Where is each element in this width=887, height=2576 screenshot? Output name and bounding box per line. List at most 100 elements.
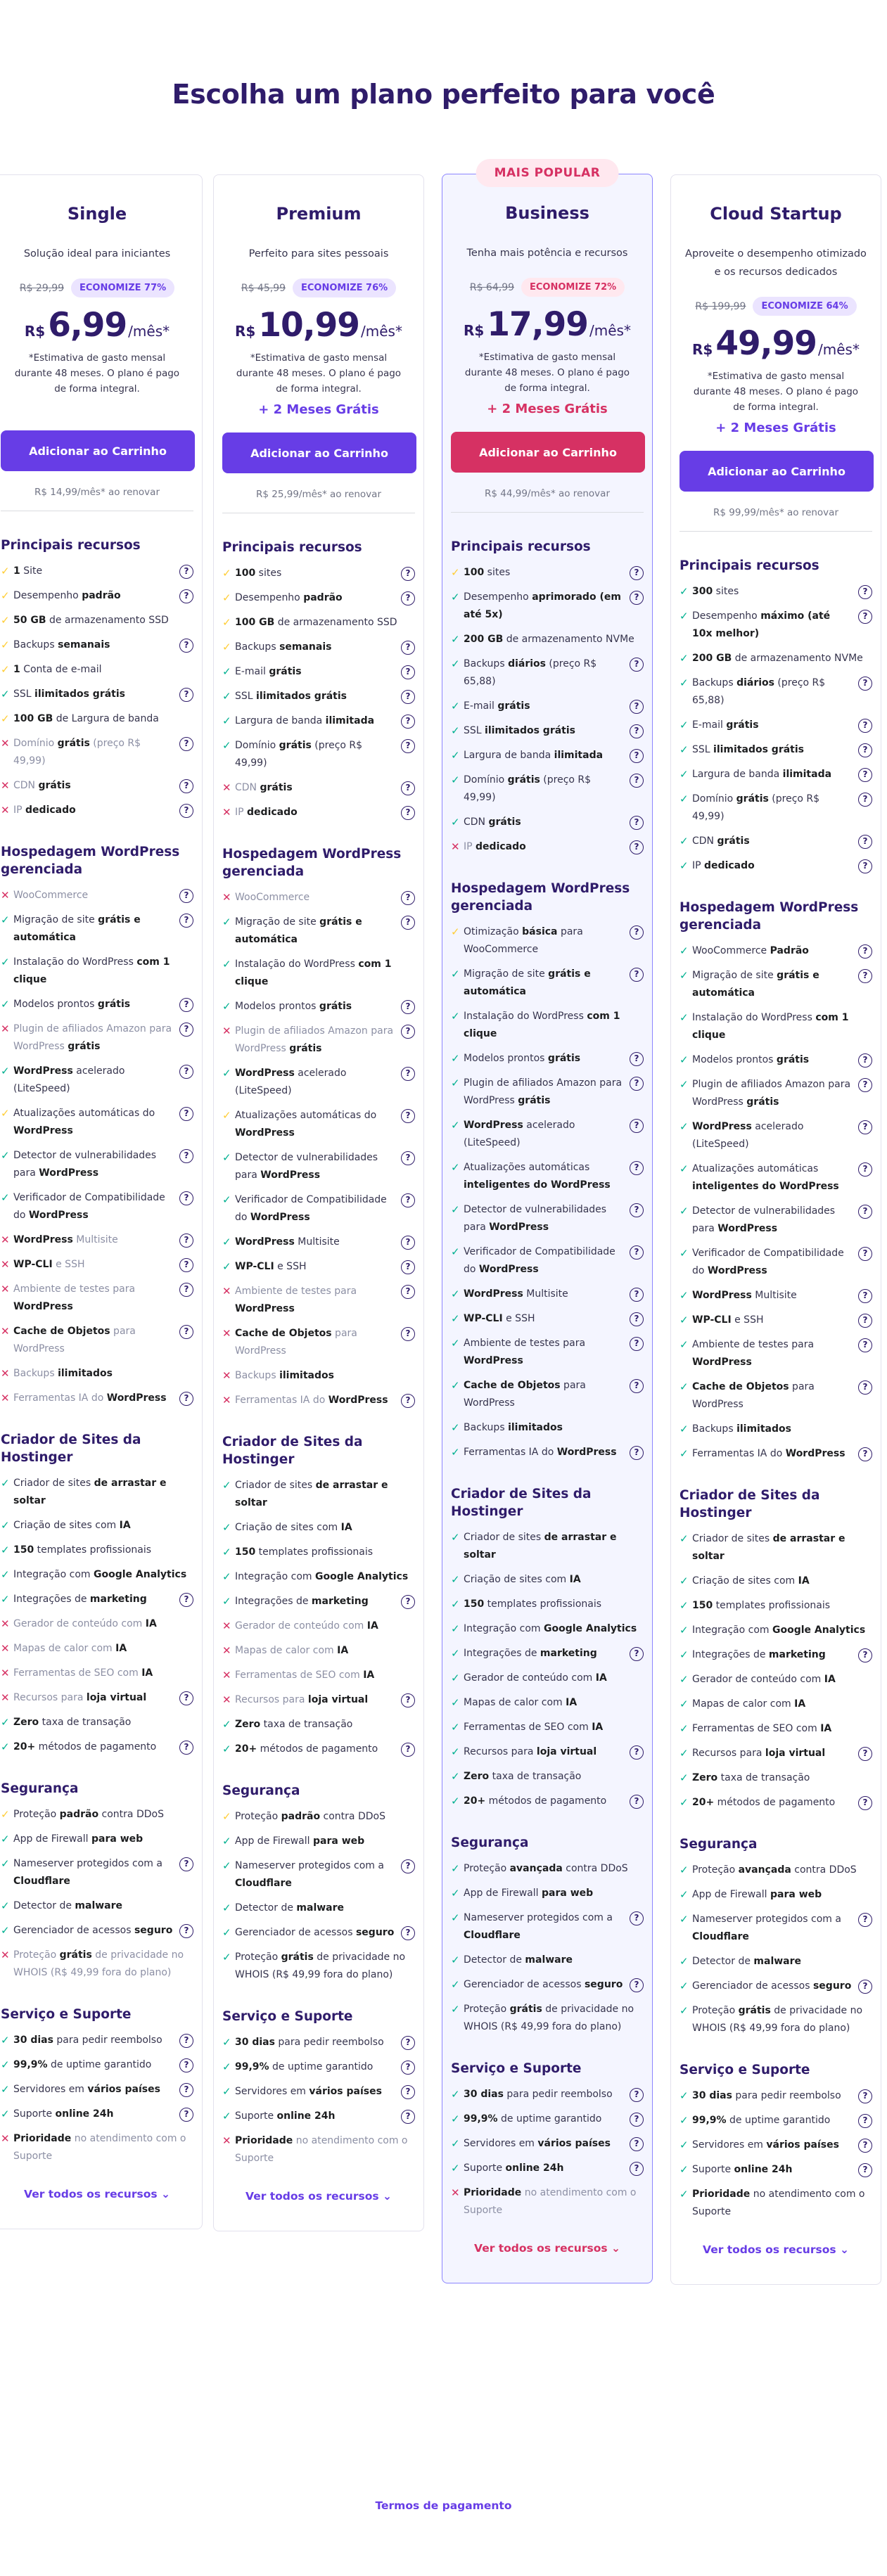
help-icon[interactable]: ? bbox=[630, 1245, 644, 1260]
help-icon[interactable]: ? bbox=[858, 1314, 872, 1328]
help-icon[interactable]: ? bbox=[630, 700, 644, 714]
help-icon[interactable]: ? bbox=[401, 781, 415, 795]
help-icon[interactable]: ? bbox=[858, 2089, 872, 2103]
help-icon[interactable]: ? bbox=[858, 944, 872, 959]
help-icon[interactable]: ? bbox=[179, 1392, 193, 1406]
help-icon[interactable]: ? bbox=[179, 1741, 193, 1755]
help-icon[interactable]: ? bbox=[858, 768, 872, 782]
help-icon[interactable]: ? bbox=[179, 1325, 193, 1339]
help-icon[interactable]: ? bbox=[858, 1980, 872, 1994]
help-icon[interactable]: ? bbox=[179, 1691, 193, 1705]
help-icon[interactable]: ? bbox=[401, 1193, 415, 1207]
see-all-features-link[interactable]: Ver todos os recursos ⌄ bbox=[442, 2242, 652, 2255]
help-icon[interactable]: ? bbox=[630, 1288, 644, 1302]
help-icon[interactable]: ? bbox=[401, 1260, 415, 1274]
help-icon[interactable]: ? bbox=[179, 1283, 193, 1297]
help-icon[interactable]: ? bbox=[179, 1149, 193, 1163]
help-icon[interactable]: ? bbox=[858, 2139, 872, 2153]
help-icon[interactable]: ? bbox=[858, 1380, 872, 1395]
help-icon[interactable]: ? bbox=[401, 1109, 415, 1123]
help-icon[interactable]: ? bbox=[858, 1913, 872, 1927]
help-icon[interactable]: ? bbox=[630, 1337, 644, 1351]
help-icon[interactable]: ? bbox=[630, 1795, 644, 1809]
help-icon[interactable]: ? bbox=[630, 2088, 644, 2102]
help-icon[interactable]: ? bbox=[858, 1747, 872, 1761]
add-to-cart-button[interactable]: Adicionar ao Carrinho bbox=[451, 432, 645, 473]
help-icon[interactable]: ? bbox=[401, 641, 415, 655]
help-icon[interactable]: ? bbox=[858, 1796, 872, 1810]
help-icon[interactable]: ? bbox=[401, 1327, 415, 1341]
help-icon[interactable]: ? bbox=[858, 1120, 872, 1134]
help-icon[interactable]: ? bbox=[401, 567, 415, 581]
help-icon[interactable]: ? bbox=[630, 2137, 644, 2151]
help-icon[interactable]: ? bbox=[401, 891, 415, 905]
help-icon[interactable]: ? bbox=[179, 2058, 193, 2072]
help-icon[interactable]: ? bbox=[401, 916, 415, 930]
help-icon[interactable]: ? bbox=[179, 1065, 193, 1079]
help-icon[interactable]: ? bbox=[630, 968, 644, 982]
help-icon[interactable]: ? bbox=[858, 859, 872, 873]
help-icon[interactable]: ? bbox=[179, 779, 193, 793]
help-icon[interactable]: ? bbox=[179, 1593, 193, 1607]
help-icon[interactable]: ? bbox=[630, 591, 644, 605]
help-icon[interactable]: ? bbox=[858, 1247, 872, 1261]
help-icon[interactable]: ? bbox=[179, 688, 193, 702]
help-icon[interactable]: ? bbox=[630, 1161, 644, 1175]
help-icon[interactable]: ? bbox=[401, 2110, 415, 2124]
help-icon[interactable]: ? bbox=[401, 1595, 415, 1609]
help-icon[interactable]: ? bbox=[858, 1648, 872, 1662]
help-icon[interactable]: ? bbox=[630, 925, 644, 940]
help-icon[interactable]: ? bbox=[401, 2036, 415, 2050]
help-icon[interactable]: ? bbox=[401, 1394, 415, 1408]
help-icon[interactable]: ? bbox=[179, 1857, 193, 1871]
help-icon[interactable]: ? bbox=[179, 737, 193, 751]
help-icon[interactable]: ? bbox=[179, 2108, 193, 2122]
help-icon[interactable]: ? bbox=[179, 589, 193, 603]
help-icon[interactable]: ? bbox=[858, 1447, 872, 1461]
help-icon[interactable]: ? bbox=[401, 715, 415, 729]
help-icon[interactable]: ? bbox=[179, 1107, 193, 1121]
help-icon[interactable]: ? bbox=[179, 2083, 193, 2097]
help-icon[interactable]: ? bbox=[401, 2085, 415, 2099]
help-icon[interactable]: ? bbox=[401, 690, 415, 704]
help-icon[interactable]: ? bbox=[179, 1023, 193, 1037]
help-icon[interactable]: ? bbox=[858, 1053, 872, 1068]
help-icon[interactable]: ? bbox=[179, 889, 193, 903]
see-all-features-link[interactable]: Ver todos os recursos ⌄ bbox=[214, 2190, 423, 2203]
help-icon[interactable]: ? bbox=[179, 1191, 193, 1205]
see-all-features-link[interactable]: Ver todos os recursos ⌄ bbox=[671, 2243, 881, 2256]
help-icon[interactable]: ? bbox=[179, 1233, 193, 1248]
help-icon[interactable]: ? bbox=[630, 1647, 644, 1661]
help-icon[interactable]: ? bbox=[630, 1745, 644, 1760]
help-icon[interactable]: ? bbox=[858, 610, 872, 624]
help-icon[interactable]: ? bbox=[179, 804, 193, 818]
help-icon[interactable]: ? bbox=[179, 1258, 193, 1272]
help-icon[interactable]: ? bbox=[630, 774, 644, 788]
help-icon[interactable]: ? bbox=[401, 1693, 415, 1707]
add-to-cart-button[interactable]: Adicionar ao Carrinho bbox=[222, 432, 416, 473]
help-icon[interactable]: ? bbox=[401, 1000, 415, 1014]
help-icon[interactable]: ? bbox=[630, 840, 644, 854]
help-icon[interactable]: ? bbox=[179, 639, 193, 653]
help-icon[interactable]: ? bbox=[630, 724, 644, 738]
help-icon[interactable]: ? bbox=[401, 1285, 415, 1299]
payment-terms-link[interactable]: Termos de pagamento bbox=[0, 2499, 887, 2512]
help-icon[interactable]: ? bbox=[401, 1743, 415, 1757]
help-icon[interactable]: ? bbox=[179, 565, 193, 579]
help-icon[interactable]: ? bbox=[858, 1162, 872, 1177]
help-icon[interactable]: ? bbox=[858, 585, 872, 599]
add-to-cart-button[interactable]: Adicionar ao Carrinho bbox=[679, 451, 874, 492]
help-icon[interactable]: ? bbox=[858, 1078, 872, 1092]
help-icon[interactable]: ? bbox=[858, 1205, 872, 1219]
help-icon[interactable]: ? bbox=[630, 1446, 644, 1460]
help-icon[interactable]: ? bbox=[858, 2114, 872, 2128]
help-icon[interactable]: ? bbox=[858, 1338, 872, 1352]
help-icon[interactable]: ? bbox=[401, 1859, 415, 1873]
help-icon[interactable]: ? bbox=[858, 969, 872, 983]
help-icon[interactable]: ? bbox=[630, 1119, 644, 1133]
help-icon[interactable]: ? bbox=[630, 1203, 644, 1217]
help-icon[interactable]: ? bbox=[630, 2113, 644, 2127]
help-icon[interactable]: ? bbox=[858, 1289, 872, 1303]
help-icon[interactable]: ? bbox=[630, 1312, 644, 1326]
help-icon[interactable]: ? bbox=[401, 739, 415, 753]
